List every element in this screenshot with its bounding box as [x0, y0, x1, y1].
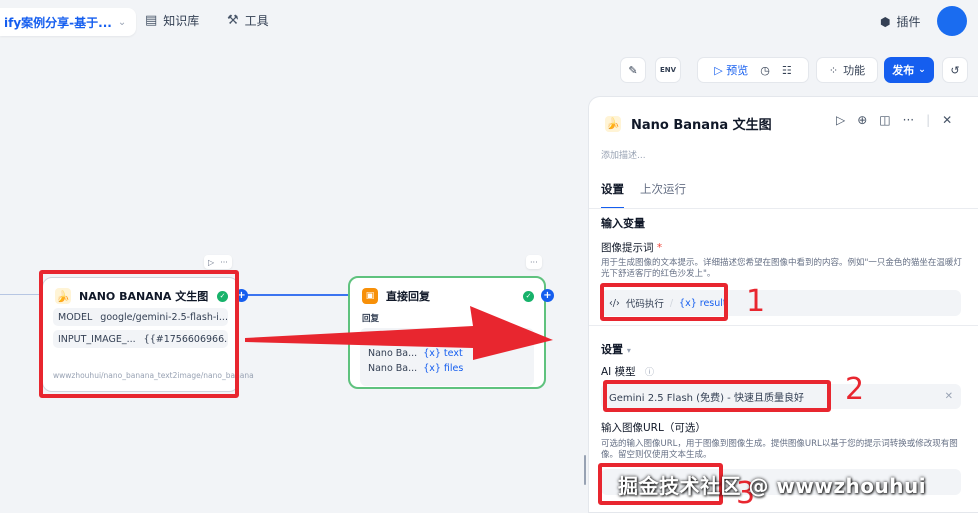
comment-icon: ✎ [628, 63, 638, 77]
history-clock-icon[interactable]: ◷ [760, 64, 770, 77]
caret-down-icon: ▾ [626, 346, 631, 355]
input-vars-title: 输入变量 [601, 217, 645, 230]
publish-button[interactable]: 发布 ⌄ [884, 57, 934, 83]
edge-node1-node2 [243, 294, 351, 296]
locate-icon[interactable]: ⊕ [857, 113, 867, 127]
banana-icon: 🍌 [605, 115, 621, 132]
features-button[interactable]: ⁘ 功能 [816, 57, 878, 83]
app-title: ify案例分享-基于... [4, 15, 112, 30]
edge-incoming [0, 294, 42, 295]
tab-last-run[interactable]: 上次运行 [640, 181, 686, 209]
prompt-label-row: 图像提示词 * [601, 240, 662, 255]
run-icon[interactable]: ▷ [836, 113, 845, 127]
features-icon: ⁘ [828, 63, 839, 77]
divider: | [926, 113, 931, 127]
prompt-label: 图像提示词 [601, 242, 654, 254]
annotation-arrow [245, 306, 553, 360]
node2-controls[interactable]: ··· [526, 255, 542, 269]
chevron-down-icon: ⌄ [918, 65, 926, 75]
app-switcher[interactable]: ify案例分享-基于... ⌄ [0, 8, 137, 36]
chevron-down-icon: ⌄ [117, 16, 127, 28]
version-history-button[interactable]: ↺ [942, 57, 968, 83]
reply-var: {x} files [423, 363, 464, 374]
nav-knowledge-label: 知识库 [163, 14, 200, 28]
nav-tools-label: 工具 [244, 14, 269, 28]
settings-title-row[interactable]: 设置 ▾ [601, 341, 631, 357]
annotation-number-1: 1 [746, 284, 766, 319]
watermark: 掘金技术社区 @ wwwzhouhui [618, 474, 927, 498]
features-label: 功能 [843, 64, 866, 77]
preview-button[interactable]: ▷ 预览 [714, 62, 748, 78]
tabs-divider [589, 208, 978, 209]
book-icon: ▤ [145, 13, 158, 28]
ai-model-label-row: AI 模型 ⓘ [601, 364, 654, 379]
preview-group: ▷ 预览 ◷ ☷ [697, 57, 809, 83]
cube-icon: ⬢ [880, 14, 891, 29]
panel-title: Nano Banana 文生图 [631, 118, 772, 133]
nav-tools[interactable]: ⚒ 工具 [227, 12, 269, 29]
nav-knowledge-base[interactable]: ▤ 知识库 [145, 12, 199, 29]
reply-node-name: Nano Ba... [368, 363, 418, 374]
panel-resize-handle[interactable] [584, 455, 586, 485]
more-icon: ··· [220, 257, 228, 267]
publish-label: 发布 [892, 64, 915, 77]
close-icon[interactable]: ✕ [942, 113, 952, 127]
annotation-number-2: 2 [845, 372, 865, 407]
run-icon: ▷ [208, 257, 215, 267]
plugins-label: 插件 [896, 15, 921, 29]
more-icon: ··· [530, 257, 538, 267]
book-open-icon[interactable]: ◫ [879, 113, 890, 127]
panel-tabs: 设置 上次运行 [601, 181, 686, 209]
env-icon: ENV [659, 66, 677, 74]
more-icon[interactable]: ··· [903, 113, 914, 127]
highlight-box-1 [600, 283, 728, 321]
comment-button[interactable]: ✎ [620, 57, 646, 83]
divider [589, 325, 978, 326]
highlight-box-node [39, 270, 239, 398]
ai-model-label: AI 模型 [601, 366, 636, 378]
avatar[interactable] [937, 6, 967, 36]
checklist-icon[interactable]: ☷ [782, 64, 792, 77]
clear-icon[interactable]: ✕ [945, 391, 953, 402]
preview-label: 预览 [726, 64, 749, 77]
image-url-label: 输入图像URL（可选） [601, 422, 706, 434]
panel-actions: ▷ ⊕ ◫ ··· | ✕ [836, 113, 952, 127]
help-icon[interactable]: ⓘ [645, 368, 654, 378]
arrow-shape [245, 306, 553, 360]
required-mark: * [656, 242, 663, 254]
plugins-link[interactable]: ⬢ 插件 [880, 13, 921, 30]
top-bar: ify案例分享-基于... ⌄ ▤ 知识库 ⚒ 工具 ⬢ 插件 [0, 0, 978, 44]
highlight-box-2 [603, 380, 831, 412]
history-icon: ↺ [950, 63, 960, 77]
reply-line: Nano Ba... {x} files [368, 361, 526, 376]
description-input[interactable]: 添加描述... [601, 148, 646, 161]
image-url-help: 可选的输入图像URL，用于图像到图像生成。提供图像URL以基于您的提示词转换或修… [601, 439, 958, 460]
settings-title: 设置 [601, 343, 623, 356]
panel-header: 🍌 Nano Banana 文生图 [605, 114, 772, 133]
prompt-help: 用于生成图像的文本提示。详细描述您希望在图像中看到的内容。例如"一只金色的猫坐在… [601, 258, 962, 279]
node1-controls[interactable]: ▷ ··· [204, 255, 232, 269]
tab-settings[interactable]: 设置 [601, 181, 624, 209]
hammer-icon: ⚒ [227, 13, 239, 28]
env-button[interactable]: ENV [655, 57, 681, 83]
